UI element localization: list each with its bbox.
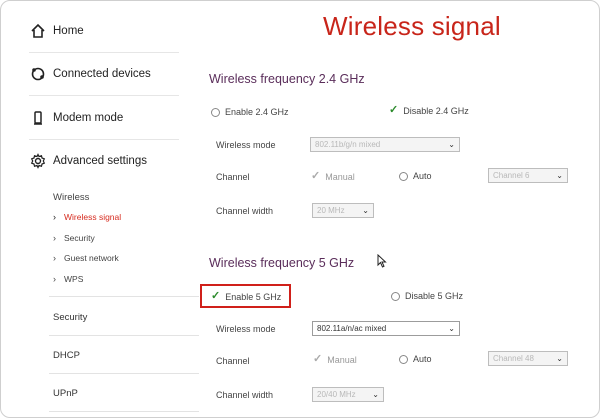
nav-dhcp[interactable]: DHCP [53,350,80,361]
radio-circle [399,354,408,364]
nav-connected-devices-label: Connected devices [53,67,151,80]
channel-24-auto-radio[interactable]: Auto [399,171,432,181]
select-value: 802.11a/n/ac mixed [317,324,387,333]
radio-label: Auto [413,354,432,364]
radio-label: Disable 5 GHz [405,291,464,301]
radio-label: Manual [325,171,355,182]
home-icon [29,22,47,40]
chevron-down-icon: ⌄ [448,140,455,149]
enable-24ghz-radio[interactable]: Enable 2.4 GHz [211,107,289,117]
section-title-24ghz: Wireless frequency 2.4 GHz [209,72,365,86]
modem-icon [29,109,47,127]
disable-24ghz-radio[interactable]: ✓ Disable 2.4 GHz [389,105,469,116]
disable-5ghz-radio[interactable]: Disable 5 GHz [391,291,463,301]
radio-label: Enable 5 GHz [225,291,282,302]
channel-width-24-label: Channel width [216,206,274,216]
sidebar-item-label: Guest network [64,253,119,263]
channel-5-manual-radio[interactable]: ✓ Manual [313,354,357,365]
nav-connected-devices[interactable]: Connected devices [29,52,179,96]
select-value: Channel 48 [493,354,534,363]
nav-modem-mode[interactable]: Modem mode [29,96,179,140]
radio-label: Disable 2.4 GHz [403,105,469,116]
divider [49,411,199,412]
chevron-right-icon: › [53,253,56,263]
channel-24-label: Channel [216,172,250,182]
select-value: 20/40 MHz [317,390,356,399]
channel-width-5-select[interactable]: 20/40 MHz ⌄ [312,387,384,402]
router-admin-window: Home Connected devices Modem mode Advanc… [0,0,600,418]
sidebar-item-wireless-signal[interactable]: › Wireless signal [53,212,121,222]
select-value: Channel 6 [493,171,530,180]
checkmark-icon: ✓ [311,170,321,182]
chevron-down-icon: ⌄ [556,354,563,363]
chevron-right-icon: › [53,274,56,284]
radio-circle [211,107,220,117]
channel-5-select[interactable]: Channel 48 ⌄ [488,351,568,366]
gear-icon [29,152,47,170]
sidebar-item-label: WPS [64,274,84,284]
nav-security[interactable]: Security [53,312,87,323]
wireless-mode-5-label: Wireless mode [216,324,276,334]
nav-upnp[interactable]: UPnP [53,388,78,399]
select-value: 20 MHz [317,206,345,215]
checkmark-icon: ✓ [313,353,323,365]
sidebar-item-guest-network[interactable]: › Guest network [53,253,119,263]
wireless-group-header: Wireless [53,192,90,203]
nav-home[interactable]: Home [29,9,179,53]
divider [49,335,199,336]
nav-home-label: Home [53,24,84,37]
sidebar-item-label: Wireless signal [64,212,122,222]
sidebar-item-label: Security [64,233,95,243]
sidebar-item-wps[interactable]: › WPS [53,274,83,284]
chevron-down-icon: ⌄ [362,206,369,215]
sidebar-item-security[interactable]: › Security [53,233,95,243]
radio-label: Auto [413,171,432,181]
nav-advanced-settings-label: Advanced settings [53,154,147,167]
nav-advanced-settings[interactable]: Advanced settings [29,139,179,182]
chevron-down-icon: ⌄ [372,390,379,399]
wireless-mode-24-select[interactable]: 802.11b/g/n mixed ⌄ [310,137,460,152]
chevron-down-icon: ⌄ [556,171,563,180]
divider [49,373,199,374]
chevron-right-icon: › [53,212,56,222]
channel-5-label: Channel [216,356,250,366]
channel-width-24-select[interactable]: 20 MHz ⌄ [312,203,374,218]
section-title-5ghz: Wireless frequency 5 GHz [209,256,355,270]
chevron-right-icon: › [53,233,56,243]
select-value: 802.11b/g/n mixed [315,140,381,149]
chevron-down-icon: ⌄ [448,324,455,333]
channel-5-auto-radio[interactable]: Auto [399,354,432,364]
wireless-mode-24-label: Wireless mode [216,140,276,150]
wireless-mode-5-select[interactable]: 802.11a/n/ac mixed ⌄ [312,321,460,336]
page-title: Wireless signal [323,11,501,41]
sidebar: Home Connected devices Modem mode Advanc… [21,1,199,417]
devices-icon [29,65,47,83]
enable-5ghz-radio[interactable]: ✓ Enable 5 GHz [211,291,281,302]
radio-circle [399,171,408,181]
divider [49,296,199,297]
nav-modem-mode-label: Modem mode [53,111,124,124]
radio-label: Enable 2.4 GHz [225,107,289,117]
mouse-cursor-icon [377,253,387,273]
radio-label: Manual [327,354,357,365]
checkmark-icon: ✓ [389,104,399,116]
radio-circle [391,291,400,301]
channel-width-5-label: Channel width [216,390,274,400]
checkmark-icon: ✓ [211,290,221,302]
channel-24-select[interactable]: Channel 6 ⌄ [488,168,568,183]
channel-24-manual-radio[interactable]: ✓ Manual [311,171,355,182]
